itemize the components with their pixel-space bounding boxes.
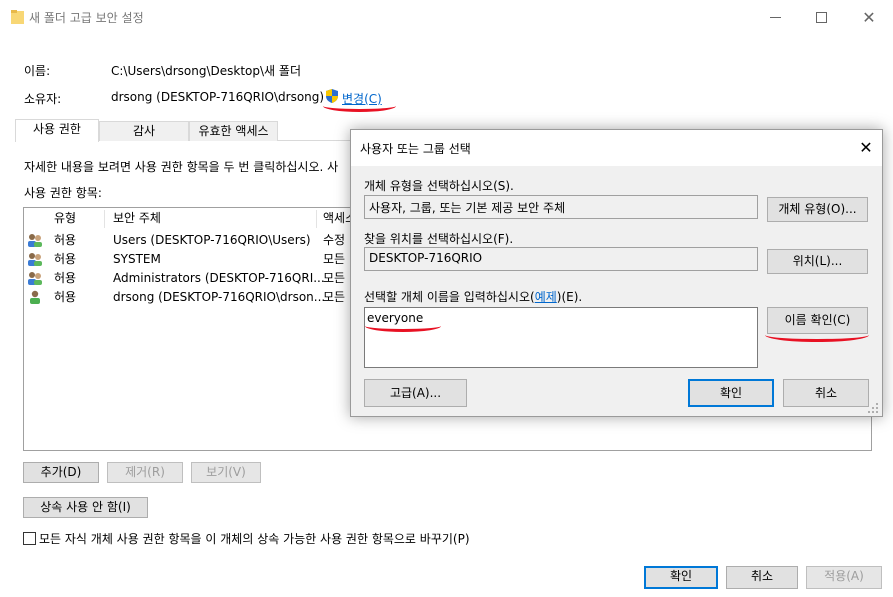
minimize-button[interactable] (752, 0, 798, 34)
annotation-underline (323, 100, 396, 112)
object-types-button[interactable]: 개체 유형(O)... (767, 197, 868, 222)
annotation-underline (365, 320, 441, 332)
enter-names-label: 선택할 개체 이름을 입력하십시오(예제)(E). (364, 288, 582, 305)
title-bar: 새 폴더 고급 보안 설정 ✕ (0, 0, 893, 34)
tab-effective-access[interactable]: 유효한 액세스 (189, 121, 278, 141)
row-principal: SYSTEM (113, 252, 161, 266)
row-type: 허용 (54, 290, 77, 304)
row-access: 수정 (323, 233, 346, 247)
object-names-input[interactable]: everyone (364, 307, 758, 368)
remove-button[interactable]: 제거(R) (107, 462, 183, 483)
dialog-title: 사용자 또는 그룹 선택 (360, 142, 471, 156)
row-access: 모든 (323, 271, 346, 285)
row-principal: Users (DESKTOP-716QRIO\Users) (113, 233, 311, 247)
enter-names-label-prefix: 선택할 개체 이름을 입력하십시오( (364, 290, 535, 304)
instructions-text: 자세한 내용을 보려면 사용 권한 항목을 두 번 클릭하십시오. 사 (24, 160, 339, 174)
name-label: 이름: (24, 64, 51, 78)
advanced-button[interactable]: 고급(A)... (364, 379, 467, 407)
annotation-underline (765, 328, 869, 342)
disable-inheritance-button[interactable]: 상속 사용 안 함(I) (23, 497, 148, 518)
minimize-icon (769, 16, 781, 18)
group-users-icon (28, 234, 42, 247)
select-users-dialog: 사용자 또는 그룹 선택 ✕ 개체 유형을 선택하십시오(S). 사용자, 그룹… (350, 129, 883, 417)
column-header-type[interactable]: 유형 (54, 208, 76, 230)
enter-names-label-suffix: )(E). (556, 290, 583, 304)
replace-child-permissions-label: 모든 자식 개체 사용 권한 항목을 이 개체의 상속 가능한 사용 권한 항목… (39, 532, 470, 546)
apply-button[interactable]: 적용(A) (806, 566, 882, 589)
dialog-close-button[interactable]: ✕ (853, 136, 879, 160)
folder-icon (11, 10, 24, 24)
single-user-icon (30, 290, 40, 304)
view-button[interactable]: 보기(V) (191, 462, 261, 483)
maximize-icon (815, 11, 827, 23)
window-title: 새 폴더 고급 보안 설정 (29, 11, 144, 25)
owner-label: 소유자: (24, 92, 62, 106)
group-users-icon (28, 253, 42, 266)
object-type-label: 개체 유형을 선택하십시오(S). (364, 179, 514, 193)
close-icon: ✕ (862, 7, 876, 27)
tab-auditing[interactable]: 감사 (99, 121, 189, 141)
location-field: DESKTOP-716QRIO (364, 247, 758, 271)
tab-permissions[interactable]: 사용 권한 (15, 119, 99, 142)
column-separator (104, 210, 105, 228)
maximize-button[interactable] (798, 0, 844, 34)
row-principal: Administrators (DESKTOP-716QRI... (113, 271, 325, 285)
close-icon: ✕ (859, 138, 873, 157)
dialog-title-bar: 사용자 또는 그룹 선택 ✕ (351, 130, 882, 166)
ok-button[interactable]: 확인 (644, 566, 718, 589)
group-users-icon (28, 272, 42, 285)
cancel-button[interactable]: 취소 (726, 566, 798, 589)
close-button[interactable]: ✕ (846, 0, 892, 34)
row-access: 모든 (323, 252, 346, 266)
dialog-cancel-button[interactable]: 취소 (783, 379, 869, 407)
dialog-ok-button[interactable]: 확인 (688, 379, 774, 407)
examples-link[interactable]: 예제 (535, 290, 557, 304)
column-header-principal[interactable]: 보안 주체 (113, 208, 161, 230)
resize-grip-icon[interactable] (867, 402, 879, 414)
name-value: C:\Users\drsong\Desktop\새 폴더 (111, 64, 301, 78)
replace-child-permissions-checkbox[interactable] (23, 532, 36, 545)
owner-value: drsong (DESKTOP-716QRIO\drsong) (111, 90, 325, 104)
permission-entries-label: 사용 권한 항목: (24, 186, 102, 200)
row-type: 허용 (54, 271, 77, 285)
location-label: 찾을 위치를 선택하십시오(F). (364, 232, 514, 246)
column-separator (316, 210, 317, 228)
row-principal: drsong (DESKTOP-716QRIO\drson... (113, 290, 326, 304)
row-access: 모든 (323, 290, 346, 304)
locations-button[interactable]: 위치(L)... (767, 249, 868, 274)
add-button[interactable]: 추가(D) (23, 462, 99, 483)
object-type-field: 사용자, 그룹, 또는 기본 제공 보안 주체 (364, 195, 758, 219)
row-type: 허용 (54, 233, 77, 247)
row-type: 허용 (54, 252, 77, 266)
